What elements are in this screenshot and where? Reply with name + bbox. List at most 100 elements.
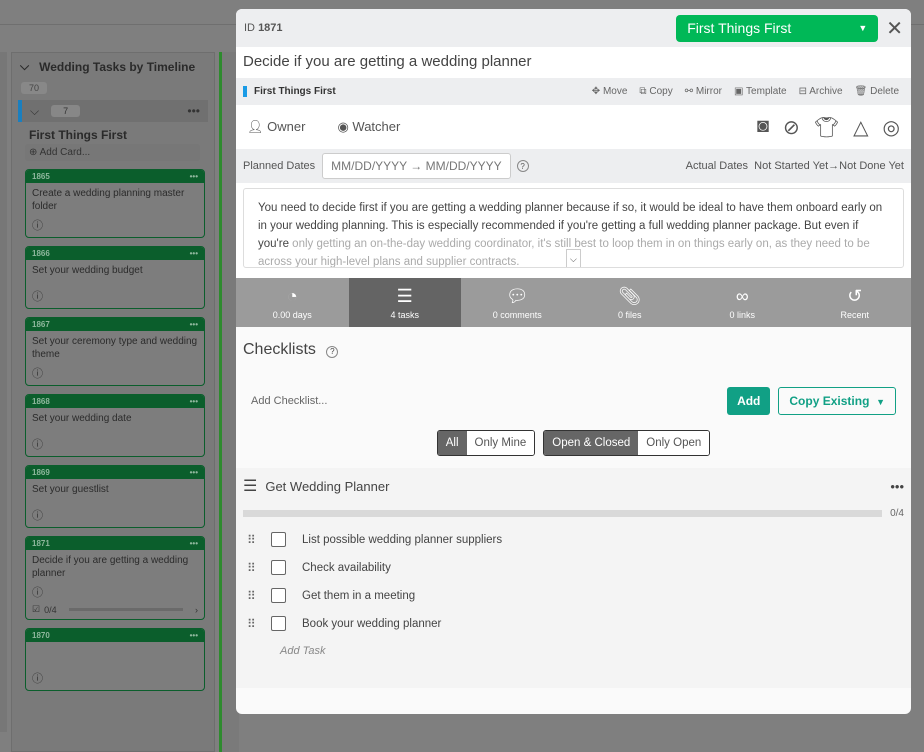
more-icon[interactable]: ••• [190,320,198,329]
mirror-button[interactable]: ⚯ Mirror [685,86,722,97]
filter-open-closed[interactable]: Open & Closed [544,431,639,455]
card-title[interactable]: Decide if you are getting a wedding plan… [236,47,911,78]
info-icon[interactable]: ⓘ [26,584,204,604]
chevron-right-icon[interactable]: › [195,605,198,615]
close-icon[interactable]: ✕ [886,16,903,41]
card-title [26,642,204,670]
add-task-input[interactable]: Add Task [280,645,904,657]
link-icon: ∞ [735,285,749,306]
card-title: Create a wedding planning master folder [32,188,185,212]
info-icon[interactable]: ⓘ [26,436,204,456]
task-checkbox[interactable] [271,588,286,603]
drag-handle-icon[interactable]: ⠿ [247,561,261,575]
drag-handle-icon[interactable]: ⠿ [247,589,261,603]
lane-name: First Things First [243,86,336,97]
help-icon[interactable]: ? [326,345,339,358]
info-icon[interactable]: ⓘ [26,217,204,237]
delete-button[interactable]: 🗑︎ Delete [855,86,899,97]
card-id: 1871 [258,22,283,34]
description-text-faded: only getting an on-the-day wedding coord… [258,238,870,268]
info-icon[interactable]: ⓘ [26,507,204,527]
more-icon[interactable]: ••• [890,479,904,494]
task-checkbox[interactable] [271,532,286,547]
more-icon[interactable]: ••• [190,172,198,181]
tab-gauge[interactable]: ◔ 0.00 days [236,278,349,327]
checklist-icon: ☰ [243,478,258,495]
card[interactable]: 1870 ••• ⓘ [25,628,205,691]
comment-icon: 💬︎ [505,285,529,306]
expand-icon[interactable]: ⌵ [566,249,581,267]
tab-link[interactable]: ∞ 0 links [686,278,799,327]
tshirt-icon[interactable]: 👕︎ [814,115,839,140]
card-title: Decide if you are getting a wedding plan… [32,555,189,579]
actual-dates-label: Actual Dates [685,160,749,172]
tab-paperclip[interactable]: 📎︎ 0 files [574,278,687,327]
checklist-title[interactable]: Get Wedding Planner [265,479,389,494]
add-checklist-input[interactable]: Add Checklist... [251,395,727,407]
more-icon[interactable]: ••• [190,468,198,477]
card-title: Set your ceremony type and wedding theme [32,336,198,360]
action-label: Copy [649,86,673,97]
filter-only-mine[interactable]: Only Mine [466,431,535,455]
card-title: Set your wedding budget [32,265,143,276]
card[interactable]: 1866 ••• Set your wedding budget ⓘ [25,246,205,309]
task-checkbox[interactable] [271,560,286,575]
actual-start: Not Started Yet [754,160,829,172]
task-label[interactable]: Book your wedding planner [302,618,441,630]
blocked-icon[interactable]: ⊘ [783,115,800,140]
image-icon[interactable]: ◙ [757,115,769,140]
checklist-progress-bar [243,510,883,517]
copy-button[interactable]: ⧉ Copy [639,86,672,97]
eye-icon: ◉ [337,119,349,134]
checklist-icon: ☰ [396,285,413,306]
chevron-down-icon[interactable]: ⌵ [20,59,29,74]
drag-handle-icon[interactable]: ⠿ [247,533,261,547]
task-label[interactable]: List possible wedding planner suppliers [302,534,502,546]
tab-history[interactable]: ↺ Recent [799,278,912,327]
drag-handle-icon[interactable]: ⠿ [247,617,261,631]
task-label[interactable]: Check availability [302,562,391,574]
archive-button[interactable]: ⊟ Archive [799,86,843,97]
task-checkbox[interactable] [271,616,286,631]
info-icon[interactable]: ⓘ [26,670,204,690]
chevron-down-icon[interactable]: ⌵ [30,104,39,119]
card[interactable]: 1871 ••• Decide if you are getting a wedd… [25,536,205,620]
help-icon[interactable]: ? [516,160,529,172]
history-icon: ↺ [847,285,863,306]
more-icon[interactable]: ••• [190,631,198,640]
planned-dates-input[interactable]: MM/DD/YYYY → MM/DD/YYYY [322,153,511,179]
card[interactable]: 1865 ••• Create a wedding planning master… [25,169,205,238]
watcher-button[interactable]: ◉ Watcher [337,119,400,135]
info-icon[interactable]: ⓘ [26,365,204,385]
more-icon[interactable]: ••• [190,539,198,548]
move-button[interactable]: ✥ Move [592,86,628,97]
action-label: Mirror [695,86,722,97]
card[interactable]: 1869 ••• Set your guestlist ⓘ [25,465,205,528]
template-button[interactable]: ▣ Template [734,86,787,97]
task-item: ⠿ Get them in a meeting [243,588,904,603]
info-icon[interactable]: ⓘ [26,288,204,308]
task-label[interactable]: Get them in a meeting [302,590,415,602]
copy-icon: ⧉ [639,86,647,97]
more-icon[interactable]: ••• [187,104,200,118]
copy-existing-button[interactable]: Copy Existing ▼ [778,387,896,415]
copy-existing-label: Copy Existing [789,394,870,408]
add-card-button[interactable]: ⊕ Add Card... [25,144,200,161]
triangle-icon[interactable]: △ [853,115,868,140]
more-icon[interactable]: ••• [190,397,198,406]
owner-button[interactable]: 👤︎ Owner [247,119,305,135]
status-dropdown[interactable]: First Things First ▼ [676,14,879,42]
filter-all[interactable]: All [437,431,467,455]
filter-only-open[interactable]: Only Open [638,431,710,455]
more-icon[interactable]: ••• [190,249,198,258]
action-label: Template [746,86,787,97]
description[interactable]: You need to decide first if you are gett… [243,188,904,268]
add-button[interactable]: Add [727,387,771,415]
card[interactable]: 1868 ••• Set your wedding date ⓘ [25,394,205,457]
tab-checklist[interactable]: ☰ 4 tasks [348,278,461,327]
target-icon[interactable]: ◎ [883,115,900,140]
lane-header[interactable]: ⌵ 7 ••• [18,100,208,122]
tab-comment[interactable]: 💬︎ 0 comments [461,278,574,327]
caret-down-icon: ▼ [876,397,885,407]
card[interactable]: 1867 ••• Set your ceremony type and weddi… [25,317,205,386]
